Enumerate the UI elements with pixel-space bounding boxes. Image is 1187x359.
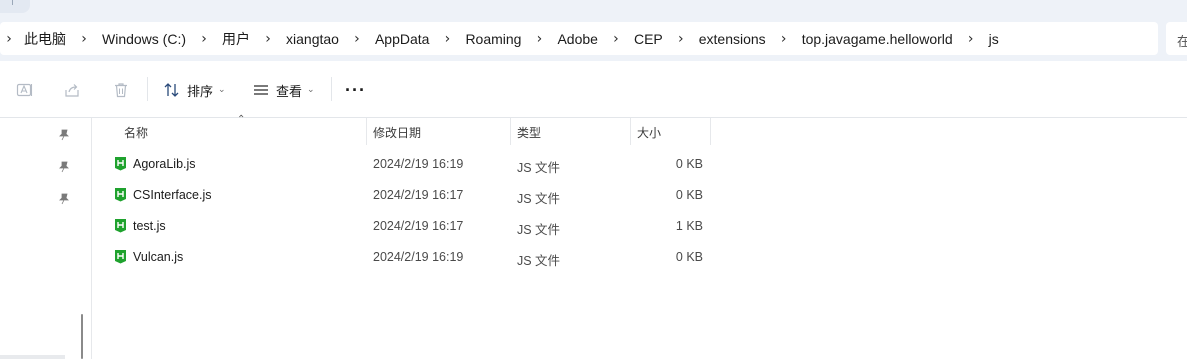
breadcrumb-chevron-icon[interactable]: ›: [345, 31, 369, 47]
file-date: 2024/2/19 16:19: [373, 157, 464, 171]
column-header-type[interactable]: 类型: [517, 118, 627, 145]
rename-icon: [16, 83, 33, 97]
breadcrumb-item-js[interactable]: js: [983, 31, 1005, 47]
delete-button[interactable]: [112, 79, 130, 101]
view-button[interactable]: 查看 ⌄: [252, 79, 315, 101]
sort-label: 排序: [187, 83, 214, 99]
tab-fragment[interactable]: [0, 0, 30, 13]
view-label: 查看: [276, 83, 303, 99]
breadcrumb-item-users[interactable]: 用户: [216, 29, 256, 49]
share-icon: [65, 84, 79, 97]
breadcrumb-chevron-icon[interactable]: ›: [256, 31, 280, 47]
pin-icon[interactable]: [58, 193, 70, 205]
breadcrumb-item-this-pc[interactable]: 此电脑: [18, 29, 72, 49]
file-type: JS 文件: [517, 254, 561, 268]
breadcrumb-chevron-icon[interactable]: ›: [669, 31, 693, 47]
address-row: › 此电脑 › Windows (C:) › 用户 › xiangtao › A…: [0, 19, 1187, 61]
breadcrumb-chevron-icon[interactable]: ›: [604, 31, 628, 47]
column-header-type-label: 类型: [517, 126, 542, 140]
title-strip: [0, 0, 1187, 19]
breadcrumb-chevron-icon[interactable]: ›: [435, 31, 459, 47]
search-placeholder: 在: [1177, 34, 1187, 49]
breadcrumb-chevron-icon[interactable]: ›: [0, 31, 18, 47]
column-header-name[interactable]: 名称: [124, 118, 364, 145]
breadcrumb-item-appdata[interactable]: AppData: [369, 31, 435, 47]
file-size: 0 KB: [675, 157, 703, 171]
column-header-date[interactable]: 修改日期: [373, 118, 503, 145]
file-row[interactable]: CSInterface.js 2024/2/19 16:17 JS 文件 0 K…: [93, 180, 733, 211]
share-button[interactable]: [63, 79, 81, 101]
file-date: 2024/2/19 16:17: [373, 219, 464, 233]
breadcrumb-chevron-icon[interactable]: ›: [959, 31, 983, 47]
file-date: 2024/2/19 16:17: [373, 188, 464, 202]
breadcrumb-chevron-icon[interactable]: ›: [527, 31, 551, 47]
nav-scrollbar[interactable]: [81, 314, 83, 359]
sort-icon: [164, 83, 179, 97]
file-size: 1 KB: [675, 219, 703, 233]
rename-button[interactable]: [16, 79, 34, 101]
column-divider[interactable]: [366, 118, 367, 145]
file-row[interactable]: AgoraLib.js 2024/2/19 16:19 JS 文件 0 KB: [93, 149, 733, 180]
search-input[interactable]: 在: [1166, 22, 1187, 55]
file-name: CSInterface.js: [133, 188, 212, 202]
file-list: ⌃ 名称 修改日期 类型 大小 AgoraLib.js 2024/2/19 16…: [93, 114, 1187, 359]
file-size: 0 KB: [675, 250, 703, 264]
breadcrumb-chevron-icon[interactable]: ›: [192, 31, 216, 47]
chevron-down-icon: ⌄: [218, 85, 226, 95]
command-bar: 排序 ⌄ 查看 ⌄ ···: [0, 61, 1187, 118]
column-divider[interactable]: [510, 118, 511, 145]
file-row[interactable]: test.js 2024/2/19 16:17 JS 文件 1 KB: [93, 211, 733, 242]
file-name: test.js: [133, 219, 166, 233]
file-name: AgoraLib.js: [133, 157, 196, 171]
sort-button[interactable]: 排序 ⌄: [163, 79, 226, 101]
breadcrumb-item-adobe[interactable]: Adobe: [551, 31, 603, 47]
column-header-date-label: 修改日期: [373, 126, 422, 140]
js-file-icon: [115, 188, 126, 202]
column-header-size[interactable]: 大小: [637, 118, 707, 145]
address-bar[interactable]: › 此电脑 › Windows (C:) › 用户 › xiangtao › A…: [0, 22, 1158, 55]
delete-icon: [115, 83, 127, 98]
more-options-button[interactable]: ···: [345, 80, 366, 101]
file-type: JS 文件: [517, 223, 561, 237]
breadcrumb-chevron-icon[interactable]: ›: [772, 31, 796, 47]
column-header-name-label: 名称: [124, 126, 149, 140]
pin-icon[interactable]: [58, 161, 70, 173]
breadcrumb-item-drive[interactable]: Windows (C:): [96, 31, 192, 47]
file-size: 0 KB: [675, 188, 703, 202]
pin-icon[interactable]: [58, 129, 70, 141]
chevron-down-icon: ⌄: [307, 85, 315, 95]
breadcrumb-item-extension-folder[interactable]: top.javagame.helloworld: [796, 31, 959, 47]
column-divider[interactable]: [710, 118, 711, 145]
breadcrumb-item-user[interactable]: xiangtao: [280, 31, 345, 47]
view-icon: [254, 85, 268, 95]
breadcrumb-item-roaming[interactable]: Roaming: [459, 31, 527, 47]
column-header-size-label: 大小: [637, 126, 662, 140]
file-explorer-window: › 此电脑 › Windows (C:) › 用户 › xiangtao › A…: [0, 0, 1187, 359]
file-date: 2024/2/19 16:19: [373, 250, 464, 264]
breadcrumb-item-cep[interactable]: CEP: [628, 31, 669, 47]
breadcrumb-chevron-icon[interactable]: ›: [72, 31, 96, 47]
file-type: JS 文件: [517, 192, 561, 206]
column-divider[interactable]: [630, 118, 631, 145]
breadcrumb-item-extensions[interactable]: extensions: [693, 31, 772, 47]
toolbar-divider: [331, 77, 332, 101]
file-row[interactable]: Vulcan.js 2024/2/19 16:19 JS 文件 0 KB: [93, 242, 733, 273]
toolbar-divider: [147, 77, 148, 101]
js-file-icon: [115, 219, 126, 233]
file-type: JS 文件: [517, 161, 561, 175]
file-name: Vulcan.js: [133, 250, 184, 264]
js-file-icon: [115, 250, 126, 264]
nav-bottom-item[interactable]: [0, 355, 65, 359]
navigation-pane: [0, 118, 92, 359]
js-file-icon: [115, 157, 126, 171]
